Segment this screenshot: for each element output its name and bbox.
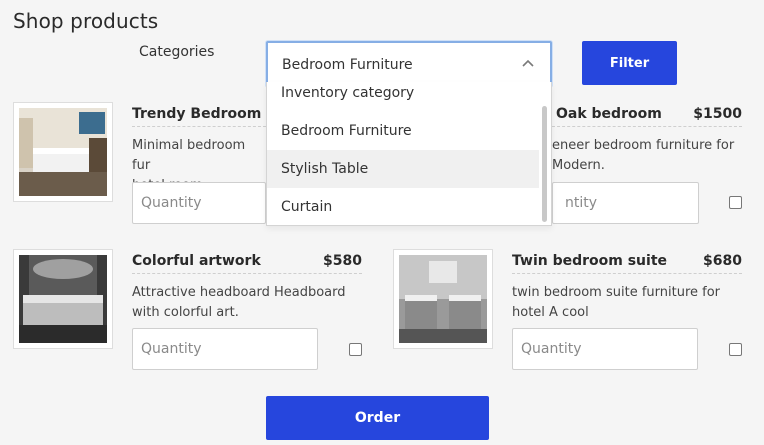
description-line: hotel A cool bbox=[512, 305, 589, 320]
quantity-input[interactable] bbox=[552, 182, 699, 224]
product-price: $1500 bbox=[693, 106, 742, 122]
product-name: Twin bedroom suite bbox=[512, 253, 668, 269]
categories-label: Categories bbox=[139, 44, 215, 60]
select-checkbox[interactable] bbox=[729, 343, 742, 356]
product-image-colorful-artwork[interactable] bbox=[13, 249, 113, 349]
product-image-twin-bedroom[interactable] bbox=[393, 249, 493, 349]
chevron-up-icon bbox=[522, 59, 534, 67]
page-title: Shop products bbox=[13, 9, 159, 33]
product-image-trendy-bedroom[interactable] bbox=[13, 102, 113, 202]
product-name: Oak bedroom bbox=[556, 106, 662, 122]
dropdown-scrollbar[interactable] bbox=[542, 106, 547, 222]
description-line: Modern. bbox=[552, 158, 605, 173]
product-name: Colorful artwork bbox=[132, 253, 261, 269]
category-select[interactable]: Bedroom Furniture bbox=[266, 41, 552, 87]
product-divider bbox=[552, 126, 742, 127]
filter-button[interactable]: Filter bbox=[582, 41, 677, 85]
product-divider bbox=[512, 273, 742, 274]
description-line: Minimal bedroom fur bbox=[132, 138, 246, 173]
product-description: twin bedroom suite furniture for hotel A… bbox=[512, 283, 744, 323]
product-divider bbox=[132, 273, 362, 274]
description-line: Attractive headboard Headboard bbox=[132, 285, 346, 300]
quantity-input[interactable] bbox=[132, 182, 266, 224]
category-dropdown-list: Inventory category Bedroom Furniture Sty… bbox=[266, 82, 552, 226]
product-price: $580 bbox=[323, 253, 362, 269]
category-select-value: Bedroom Furniture bbox=[282, 57, 413, 73]
select-checkbox[interactable] bbox=[729, 196, 742, 209]
hotel-bedroom-photo-icon bbox=[19, 108, 107, 196]
dropdown-option[interactable]: Inventory category bbox=[267, 82, 539, 112]
twin-bedroom-photo-icon bbox=[399, 255, 487, 343]
product-price: $680 bbox=[703, 253, 742, 269]
dropdown-option[interactable]: Curtain bbox=[267, 188, 539, 225]
order-button[interactable]: Order bbox=[266, 396, 489, 440]
description-line: with colorful art. bbox=[132, 305, 239, 320]
product-divider bbox=[132, 126, 266, 127]
description-line: twin bedroom suite furniture for bbox=[512, 285, 721, 300]
description-line: eneer bedroom furniture for bbox=[552, 138, 735, 153]
product-name: Trendy Bedroom th bbox=[132, 106, 266, 122]
dropdown-option[interactable]: Bedroom Furniture bbox=[267, 112, 539, 150]
dropdown-option[interactable]: Stylish Table bbox=[267, 150, 539, 188]
dark-bedroom-photo-icon bbox=[19, 255, 107, 343]
quantity-input[interactable] bbox=[132, 328, 318, 370]
product-description: eneer bedroom furniture for Modern. bbox=[552, 136, 742, 176]
select-checkbox[interactable] bbox=[349, 343, 362, 356]
quantity-input[interactable] bbox=[512, 328, 698, 370]
product-description: Attractive headboard Headboard with colo… bbox=[132, 283, 364, 323]
